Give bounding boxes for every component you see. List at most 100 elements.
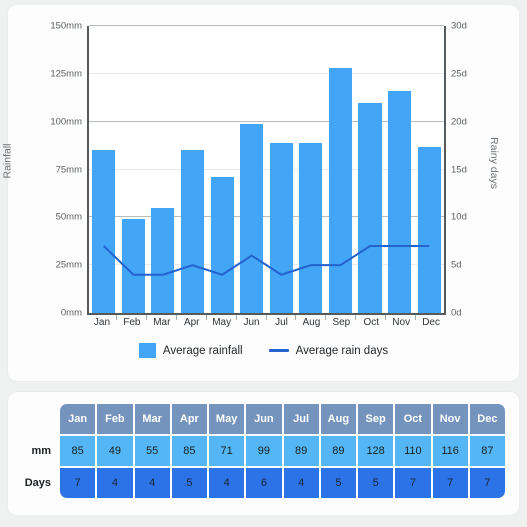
table-header-aug: Aug [320,404,356,434]
y-axis-title-rainfall: Rainfall [1,143,14,179]
y2-axis-tick-label: 10d [451,211,467,223]
bar-aug[interactable] [299,142,323,313]
table-cell: 99 [246,436,282,466]
bar-slot [266,26,296,313]
bar-slot [326,26,356,313]
legend-item[interactable]: Average rain days [268,344,389,357]
table-header-dec: Dec [469,404,505,434]
bar-slot [178,26,208,313]
bar-nov[interactable] [388,91,412,313]
bar-slot [148,26,178,313]
x-axis-labels: Jan Feb Mar Apr May Jun Jul Aug Sep Oct Nov Dec [87,317,446,328]
y2-axis-tick-label: 15d [451,164,467,175]
table-header-may: May [209,404,245,434]
plot-area [87,25,446,315]
x-axis-tick-label: Apr [183,317,200,328]
y-axis-left: 0mm 25mm 50mm 75mm 100mm 125mm 150mm [34,21,82,319]
y2-axis-tick-label: 5d [451,259,462,271]
bar-feb[interactable] [121,219,145,313]
table-header-jun: Jun [246,404,282,434]
bar-slot [119,26,149,313]
table-cell: 4 [134,468,170,498]
table-cell: 116 [432,436,468,466]
legend-item[interactable]: Average rainfall [138,343,243,358]
table-header-jul: Jul [283,404,319,434]
bar-mar[interactable] [151,207,175,313]
table-cell: 87 [469,436,505,466]
bar-slot [296,26,326,313]
x-axis-tick-label: Sep [332,317,351,328]
monthly-data-table-card: Jan Feb Mar Apr May Jun Jul Aug Sep Oct Nov Dec mm 85… [8,392,519,515]
legend-label: Average rain days [295,344,389,357]
table-cell: 5 [171,468,207,498]
table-corner-cell [22,404,58,434]
y-axis-tick-label: 100mm [50,116,82,128]
legend-label: Average rainfall [162,344,243,357]
y-axis-tick-label: 75mm [55,164,82,175]
table-cell: 4 [283,468,319,498]
y-axis-tick-label: 25mm [55,259,82,271]
bar-dec[interactable] [417,146,441,313]
table-cell: 7 [395,468,431,498]
table-cell: 4 [209,468,245,498]
table-header-jan: Jan [60,404,96,434]
table-cell: 7 [469,468,505,498]
y-axis-tick-label: 0mm [60,307,82,319]
x-axis-tick-label: Nov [392,317,411,328]
table-cell: 49 [97,436,133,466]
table-cell: 85 [60,436,96,466]
bar-slot [237,26,267,313]
table-cell: 89 [320,436,356,466]
table-cell: 89 [283,436,319,466]
x-axis-tick-label: Aug [302,317,321,328]
table-row-label: Days [24,477,51,489]
table-header-apr: Apr [171,404,207,434]
table-cell: 128 [358,436,394,466]
x-axis-tick-label: Jul [275,317,288,328]
x-axis-tick-label: Dec [422,317,440,328]
table-cell: 71 [209,436,245,466]
bar-oct[interactable] [358,102,382,313]
table-header-oct: Oct [395,404,431,434]
x-axis-tick-label: Mar [153,317,171,328]
bar-slot [89,26,119,313]
x-axis-tick-label: Oct [363,317,380,328]
y2-axis-tick-label: 20d [451,116,467,128]
bar-slot [414,26,444,313]
table-cell: 6 [246,468,282,498]
x-axis-tick-label: Jan [93,317,111,328]
bar-may[interactable] [210,177,234,313]
table-header-feb: Feb [97,404,133,434]
x-axis-tick-label: Feb [123,317,141,328]
y-axis-tick-label: 50mm [55,211,82,223]
bar-jul[interactable] [269,142,293,313]
y-axis-right: 0d 5d 10d 15d 20d 25d 30d [451,21,491,319]
bar-sep[interactable] [328,68,352,313]
bar-apr[interactable] [180,150,205,313]
monthly-data-table: Jan Feb Mar Apr May Jun Jul Aug Sep Oct Nov Dec mm 85… [22,404,505,498]
x-axis-tick-label: May [212,317,232,328]
y2-axis-tick-label: 30d [451,20,467,32]
chart-legend: Average rainfall Average rain days [8,343,519,358]
chart-container: Rainfall Rainy days 0mm 25mm 50mm 75mm 100mm… [2,5,519,381]
x-axis-tick-label: Jun [243,317,260,328]
table-cell: 4 [97,468,133,498]
bar-jan[interactable] [92,150,116,313]
table-cell: 55 [134,436,170,466]
bar-slot [355,26,385,313]
table-header-mar: Mar [134,404,170,434]
legend-line-swatch-icon [268,349,289,352]
y2-axis-tick-label: 0d [451,307,462,319]
rainfall-chart-card: Rainfall Rainy days 0mm 25mm 50mm 75mm 100mm… [2,5,519,381]
table-cell: 7 [60,468,96,498]
table-cell: 7 [432,468,468,498]
y2-axis-tick-label: 25d [451,68,467,80]
legend-bar-swatch-icon [138,343,156,358]
table-header-sep: Sep [358,404,394,434]
table-cell: 5 [320,468,356,498]
y-axis-tick-label: 125mm [50,68,82,80]
bar-slot [207,26,237,313]
table-cell: 85 [171,436,207,466]
bar-slot [385,26,415,313]
bar-jun[interactable] [240,123,264,313]
